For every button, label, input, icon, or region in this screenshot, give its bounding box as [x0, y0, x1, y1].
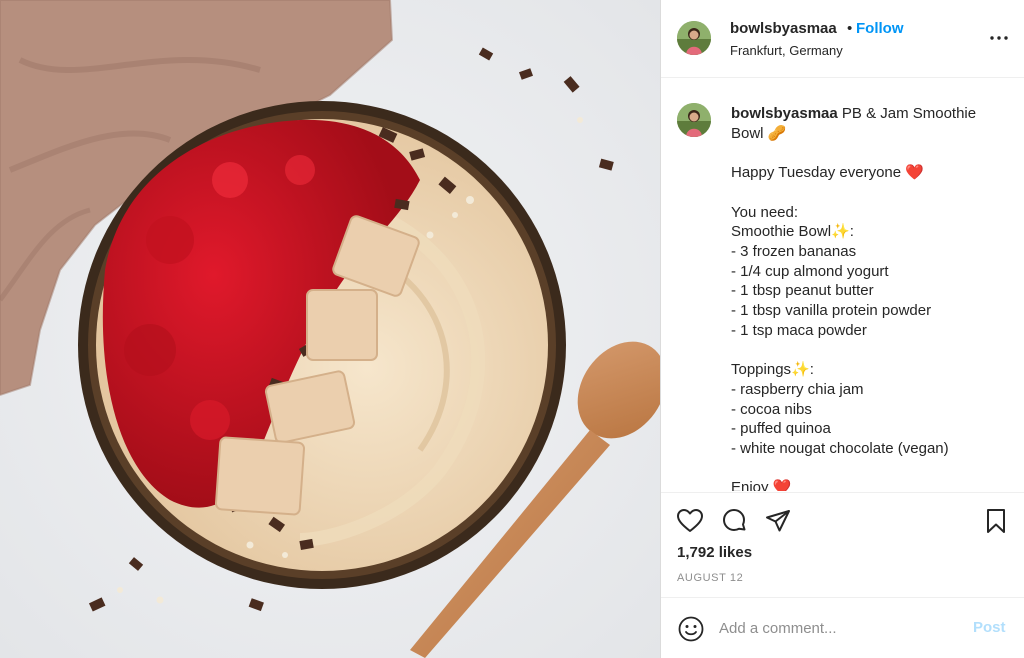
- avatar[interactable]: [677, 21, 711, 55]
- share-button[interactable]: [763, 506, 793, 536]
- author-username[interactable]: bowlsbyasmaa: [730, 20, 837, 37]
- more-options-button[interactable]: [987, 24, 1011, 48]
- caption-text: bowlsbyasmaa PB & Jam Smoothie Bowl 🥜 Ha…: [731, 104, 1011, 491]
- smoothie-bowl-image: [0, 0, 660, 658]
- like-button[interactable]: [675, 506, 705, 536]
- paper-plane-icon: [766, 510, 790, 532]
- caption-body: PB & Jam Smoothie Bowl 🥜 Happy Tuesday e…: [731, 105, 977, 491]
- post-side-panel: bowlsbyasmaa • Follow Frankfurt, Germany…: [660, 0, 1024, 658]
- comment-bubble-icon: [723, 509, 746, 531]
- post-date[interactable]: AUGUST 12: [677, 572, 743, 584]
- post-caption: bowlsbyasmaa PB & Jam Smoothie Bowl 🥜 Ha…: [661, 79, 1024, 491]
- caption-avatar[interactable]: [677, 103, 711, 137]
- post-comment-button[interactable]: Post: [973, 619, 1006, 636]
- bookmark-icon: [987, 509, 1005, 533]
- avatar-image: [677, 21, 711, 55]
- comment-input[interactable]: [719, 616, 959, 640]
- comment-bar: Post: [661, 597, 1024, 658]
- comment-button[interactable]: [719, 506, 749, 536]
- separator-dot: •: [847, 20, 853, 37]
- post-actions: 1,792 likes AUGUST 12: [661, 492, 1024, 596]
- follow-button[interactable]: Follow: [856, 20, 904, 37]
- avatar-image: [677, 103, 711, 137]
- caption-username[interactable]: bowlsbyasmaa: [731, 105, 838, 122]
- save-button[interactable]: [981, 506, 1011, 536]
- likes-count[interactable]: 1,792 likes: [677, 544, 752, 561]
- emoji-button[interactable]: [676, 614, 706, 644]
- post-header: bowlsbyasmaa • Follow Frankfurt, Germany: [661, 0, 1024, 78]
- post-location[interactable]: Frankfurt, Germany: [730, 43, 843, 58]
- more-dots-icon: [990, 36, 1008, 40]
- post-photo[interactable]: [0, 0, 660, 658]
- heart-icon: [677, 509, 703, 532]
- smiley-icon: [678, 616, 704, 642]
